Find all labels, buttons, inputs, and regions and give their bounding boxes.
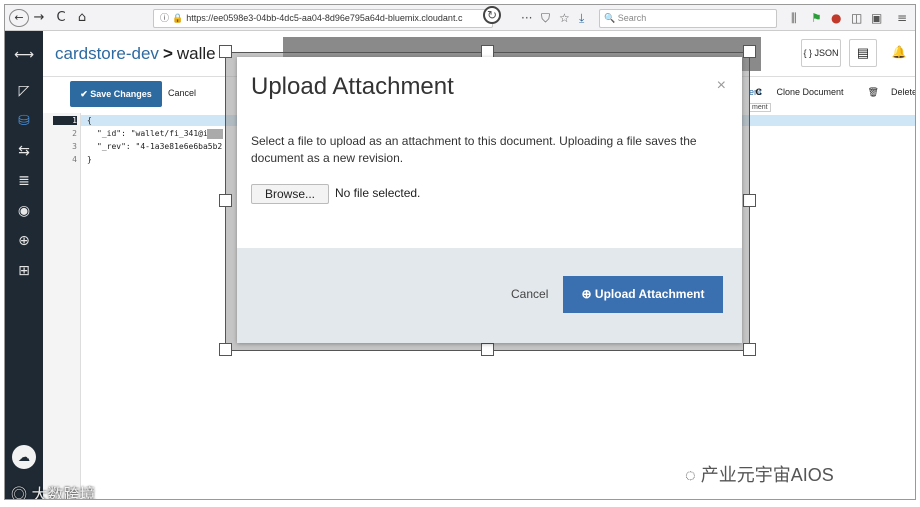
code-line: { [87, 116, 92, 125]
line-number: 2 [72, 129, 77, 138]
forward-button[interactable]: → [33, 9, 45, 27]
sidebar-account-icon[interactable]: ◉ [5, 201, 43, 221]
line-number: 1 [53, 116, 77, 125]
browser-toolbar: ← → C ⌂ ⓘ 🔒 https://ee0598e3-04bb-4dc5-aa0… [5, 5, 915, 31]
delete-label: Delete [890, 87, 916, 97]
document-actions: C Clone Document 🗑 Delete [743, 87, 916, 98]
save-changes-label: Save Changes [90, 89, 152, 99]
cancel-link[interactable]: Cancel [168, 88, 196, 98]
extension-icon[interactable]: ⚑ [811, 10, 822, 26]
reload-overlay-icon: ↻ [483, 6, 501, 24]
clone-icon: C [755, 87, 762, 97]
library-icon[interactable]: ⫼ [791, 10, 797, 26]
file-status: No file selected. [335, 186, 421, 200]
sidebar-support-icon[interactable]: ⊕ [5, 231, 43, 251]
resize-handle[interactable] [743, 45, 756, 58]
more-icon[interactable]: ··· [521, 10, 532, 26]
record-icon[interactable]: ● [831, 10, 841, 26]
app-window: ← → C ⌂ ⓘ 🔒 https://ee0598e3-04bb-4dc5-aa0… [4, 4, 916, 500]
code-line: "_rev": "4-1a3e81e6e6ba5b2 [97, 142, 223, 151]
lock-icon: 🔒 [172, 13, 184, 23]
modal-title: Upload Attachment [251, 73, 454, 100]
watermark-left: ◎ 大数跨境 [11, 481, 96, 500]
docs-book-icon[interactable]: ▤ [849, 39, 877, 67]
line-number: 4 [72, 155, 77, 164]
sidebar-toggle-icon[interactable]: ◫ [851, 10, 862, 26]
modal-cancel-button[interactable]: Cancel [511, 287, 548, 301]
resize-handle[interactable] [481, 343, 494, 356]
json-button[interactable]: { } JSON [801, 39, 841, 67]
upload-attachment-modal: Upload Attachment × Select a file to upl… [237, 57, 742, 343]
notification-bell-icon[interactable]: 🔔 [885, 39, 913, 67]
upload-attachment-tooltip: ment [749, 103, 771, 112]
menu-icon[interactable]: ≡ [897, 10, 907, 26]
url-bar[interactable]: ⓘ 🔒 https://ee0598e3-04bb-4dc5-aa04-8d96e7… [153, 9, 493, 28]
delete-button[interactable]: 🗑 Delete [856, 87, 916, 97]
watermark-right-text: 产业元宇宙AIOS [700, 465, 834, 485]
cloudant-logo-icon[interactable]: ☁ [12, 445, 36, 469]
download-icon[interactable]: ⤓ [579, 10, 584, 26]
breadcrumb-database[interactable]: cardstore-dev [55, 44, 159, 63]
search-icon: 🔍 [604, 13, 616, 23]
url-text: https://ee0598e3-04bb-4dc5-aa04-8d96e795… [186, 13, 463, 23]
modal-footer: Cancel ⊕ Upload Attachment [237, 248, 742, 343]
editor-gutter [43, 113, 81, 499]
watermark-logo-icon: ◎ [11, 487, 32, 500]
resize-handle[interactable] [743, 343, 756, 356]
breadcrumb: cardstore-dev > walle [55, 44, 216, 64]
line-number: 3 [72, 142, 77, 151]
modal-description: Select a file to upload as an attachment… [251, 134, 697, 165]
watermark-right: ◌ 产业元宇宙AIOS [685, 461, 834, 487]
wechat-icon: ◌ [685, 465, 701, 485]
code-line: } [87, 155, 92, 164]
clone-document-button[interactable]: C Clone Document [755, 87, 843, 97]
search-placeholder: Search [617, 13, 647, 23]
back-button[interactable]: ← [9, 9, 29, 27]
upload-icon: ⊕ [581, 287, 595, 301]
code-line: "_id": "wallet/fi_341@i [97, 129, 208, 138]
save-changes-button[interactable]: ✔ Save Changes [70, 81, 162, 107]
clone-label: Clone Document [776, 87, 844, 97]
watermark-left-text: 大数跨境 [31, 487, 96, 500]
resize-handle[interactable] [219, 45, 232, 58]
sidebar-monitor-icon[interactable]: ◸ [5, 81, 43, 101]
sidebar-replication-icon[interactable]: ⇆ [5, 141, 43, 161]
resize-handle[interactable] [743, 194, 756, 207]
pocket-icon[interactable]: ⛉ [541, 10, 550, 26]
close-icon[interactable]: × [717, 77, 726, 95]
sidebar-database-icon[interactable]: ⛁ [5, 111, 43, 131]
search-input[interactable]: 🔍 Search [599, 9, 777, 28]
sidebar-tasks-icon[interactable]: ≣ [5, 171, 43, 191]
sidebar: ⟷ ◸ ⛁ ⇆ ≣ ◉ ⊕ ⊞ [5, 31, 43, 499]
upload-attachment-button[interactable]: ⊕ Upload Attachment [563, 276, 723, 313]
upload-label: Upload Attachment [594, 287, 705, 301]
screenshot-icon[interactable]: ▣ [871, 10, 882, 26]
resize-handle[interactable] [219, 343, 232, 356]
breadcrumb-document: walle [176, 44, 216, 63]
check-icon: ✔ [80, 89, 91, 99]
resize-handle[interactable] [219, 194, 232, 207]
redacted-area [207, 129, 223, 139]
browse-button[interactable]: Browse... [251, 184, 329, 204]
info-icon[interactable]: ⓘ [160, 13, 169, 23]
bookmark-star-icon[interactable]: ☆ [559, 10, 570, 26]
sidebar-collapse-icon[interactable]: ⟷ [5, 45, 43, 65]
reload-button[interactable]: C [55, 9, 67, 27]
trash-icon: 🗑 [867, 87, 879, 97]
home-button[interactable]: ⌂ [75, 9, 89, 27]
sidebar-docs-icon[interactable]: ⊞ [5, 261, 43, 281]
breadcrumb-separator: > [162, 44, 173, 63]
